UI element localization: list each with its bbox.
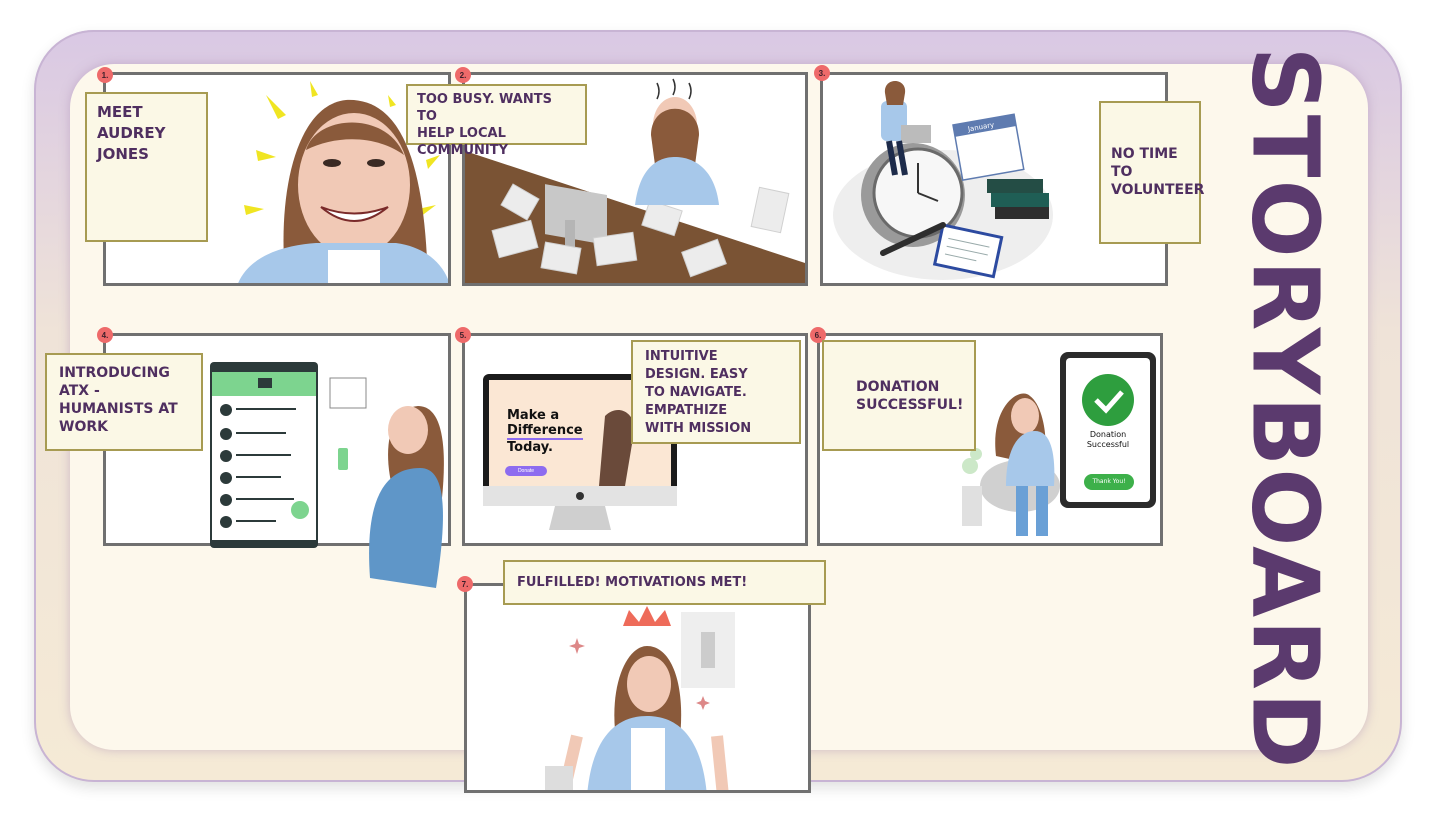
panel-5-caption: INTUITIVE DESIGN. EASY TO NAVIGATE. EMPA… bbox=[631, 340, 801, 444]
website-donate-button[interactable]: Donate bbox=[505, 466, 547, 476]
panel-number-5: 5. bbox=[455, 327, 471, 343]
panel-6-caption: DONATION SUCCESSFUL! bbox=[822, 340, 976, 451]
panel-4-caption: INTRODUCING ATX - HUMANISTS AT WORK bbox=[45, 353, 203, 451]
panel-7-caption: FULFILLED! MOTIVATIONS MET! bbox=[503, 560, 826, 605]
panel-number-3: 3. bbox=[814, 65, 830, 81]
storyboard-title: STORYBOARD bbox=[1231, 46, 1339, 770]
panel-2-caption: TOO BUSY. WANTS TO HELP LOCAL COMMUNITY bbox=[406, 84, 587, 158]
app-phone-illustration bbox=[210, 362, 444, 588]
phone-donation-status: Donation Successful bbox=[1086, 430, 1130, 449]
panel-3-caption: NO TIME TO VOLUNTEER bbox=[1099, 101, 1204, 244]
website-headline: Make a Difference Today. bbox=[507, 408, 583, 455]
panel-number-7: 7. bbox=[457, 576, 473, 592]
panel-number-2: 2. bbox=[455, 67, 471, 83]
panel-7 bbox=[464, 583, 811, 793]
fulfilled-celebration-illustration bbox=[545, 606, 735, 790]
panel-1-caption: MEET AUDREY JONES bbox=[85, 92, 208, 242]
panel-number-4: 4. bbox=[97, 327, 113, 343]
phone-thank-you-button[interactable]: Thank You! bbox=[1084, 474, 1134, 490]
panel-number-1: 1. bbox=[97, 67, 113, 83]
